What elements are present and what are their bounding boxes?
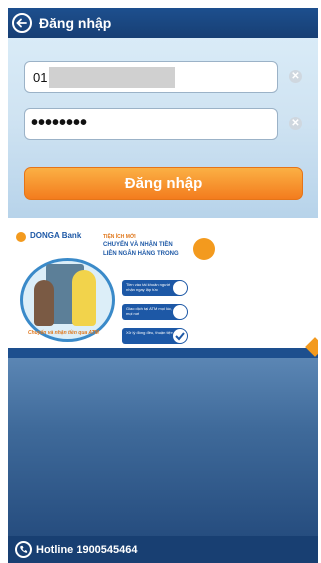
clear-username-icon[interactable]: ✕: [289, 70, 302, 83]
header-bar: Đăng nhập: [8, 8, 318, 38]
login-form: 01 ✕ •••••••• ✕ Đăng nhập: [8, 38, 318, 218]
banner-footer-strip: [8, 348, 318, 358]
hotline-text[interactable]: Hotline 1900545464: [36, 544, 138, 556]
donga-logo-icon: [16, 232, 26, 242]
back-button[interactable]: [12, 13, 32, 33]
woman-illustration: [72, 270, 96, 326]
man-illustration: [34, 280, 54, 326]
banner-headline-2: LIÊN NGÂN HÀNG TRONG: [103, 251, 179, 257]
login-button[interactable]: Đăng nhập: [24, 167, 303, 200]
check-icon: [172, 328, 188, 344]
redaction-mask: [49, 67, 175, 88]
back-arrow-icon: [16, 18, 27, 28]
username-field[interactable]: 01: [24, 61, 278, 93]
clock-icon: [172, 280, 188, 296]
transfer-arrow-icon: [193, 238, 215, 260]
24h-icon: [172, 304, 188, 320]
username-value: 01: [33, 70, 48, 85]
page-title: Đăng nhập: [39, 15, 112, 31]
clear-password-icon[interactable]: ✕: [289, 117, 302, 130]
footer-bar[interactable]: Hotline 1900545464: [8, 536, 318, 563]
bank-logo-text: DONGA Bank: [30, 231, 82, 240]
app-frame: Đăng nhập 01 ✕ •••••••• ✕ Đăng nhập DONG…: [8, 8, 318, 563]
promo-banner[interactable]: DONGA Bank TIỆN ÍCH MỚI CHUYỂN VÀ NHẬN T…: [8, 218, 318, 358]
phone-icon: [15, 541, 32, 558]
background-panel: [8, 358, 318, 536]
banner-headline-1: CHUYỂN VÀ NHẬN TIỀN: [103, 242, 173, 248]
banner-caption: Chuyển và nhận tiền qua ATM: [28, 330, 99, 336]
banner-tag: TIỆN ÍCH MỚI: [103, 234, 136, 240]
password-field[interactable]: ••••••••: [24, 108, 278, 140]
password-value: ••••••••: [31, 112, 88, 134]
